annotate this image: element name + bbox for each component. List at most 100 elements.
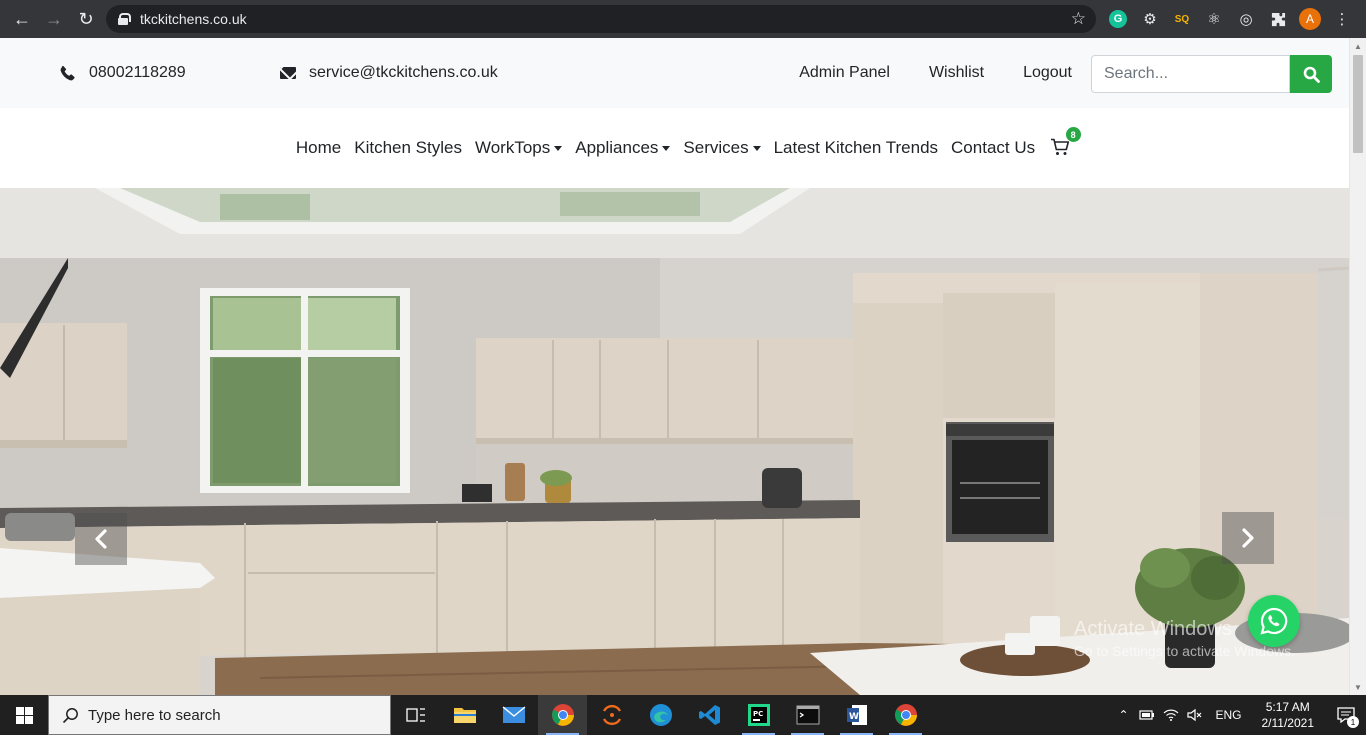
dropdown-caret-icon [662, 145, 671, 151]
target-extension-icon[interactable]: ◎ [1234, 7, 1258, 31]
clock-time: 5:17 AM [1265, 700, 1310, 714]
email-address: service@tkckitchens.co.uk [309, 64, 498, 81]
back-button[interactable]: ← [6, 0, 38, 38]
chevron-left-icon [95, 529, 107, 549]
wifi-icon[interactable] [1159, 695, 1183, 735]
search-button[interactable] [1290, 55, 1332, 93]
account-links: Admin Panel Wishlist Logout [799, 38, 1072, 108]
grammarly-extension-icon[interactable]: G [1106, 7, 1130, 31]
vscode-icon [698, 705, 720, 725]
gear-extension-icon[interactable]: ⚙ [1138, 7, 1162, 31]
windows-logo-icon [15, 706, 33, 724]
forward-button[interactable]: → [38, 0, 70, 38]
nav-latest-kitchen-trends[interactable]: Latest Kitchen Trends [767, 138, 944, 158]
logout-link[interactable]: Logout [1023, 64, 1072, 82]
carousel-next-button[interactable] [1222, 512, 1274, 564]
chrome-icon [894, 704, 917, 726]
hero-carousel: Activate Windows Go to Settings to activ… [0, 188, 1349, 695]
svg-text:PC: PC [753, 710, 763, 718]
dropdown-caret-icon [752, 145, 761, 151]
folder-icon [453, 708, 476, 723]
word-icon: W [846, 705, 867, 725]
address-bar[interactable]: tkckitchens.co.uk ☆ [106, 5, 1096, 33]
email-contact[interactable]: service@tkckitchens.co.uk [280, 38, 498, 108]
admin-panel-link[interactable]: Admin Panel [799, 64, 890, 82]
orange-arc-icon [602, 704, 621, 726]
whatsapp-icon [1260, 607, 1288, 635]
search-icon [1303, 66, 1320, 83]
clock-date: 2/11/2021 [1261, 716, 1315, 730]
search-input[interactable] [1091, 55, 1290, 93]
activate-subtitle: Go to Settings to activate Windows. [1074, 643, 1295, 659]
scroll-thumb[interactable] [1353, 55, 1363, 153]
bookmark-star-icon[interactable]: ☆ [1071, 9, 1086, 29]
url-text: tkckitchens.co.uk [140, 11, 247, 27]
chrome-taskbar-button[interactable] [538, 695, 587, 735]
browser-toolbar: ← → ↻ tkckitchens.co.uk ☆ G ⚙ SQ ⚛ ◎ A ⋮ [0, 0, 1366, 38]
envelope-icon [280, 67, 296, 79]
volume-muted-icon[interactable] [1183, 695, 1207, 735]
vscode-app-button[interactable] [685, 695, 734, 735]
scroll-down-icon[interactable]: ▼ [1350, 679, 1366, 695]
taskbar-search-box[interactable]: Type here to search [48, 695, 391, 735]
shopping-cart-icon [1050, 138, 1069, 155]
carousel-prev-button[interactable] [75, 513, 127, 565]
cart-count-badge: 8 [1065, 127, 1081, 142]
system-tray: ⌃ ENG 5:17 AM 2/11/2021 1 [1111, 695, 1366, 735]
svg-text:W: W [849, 712, 859, 722]
nav-worktops[interactable]: WorkTops [468, 138, 568, 158]
nav-menu: Home Kitchen Styles WorkTops Appliances … [289, 127, 1081, 158]
pycharm-icon: PC [747, 704, 770, 726]
browser-menu-icon[interactable]: ⋮ [1330, 7, 1354, 31]
dropdown-caret-icon [554, 145, 563, 151]
system-clock[interactable]: 5:17 AM 2/11/2021 [1250, 699, 1327, 731]
word-app-button[interactable]: W [832, 695, 881, 735]
chevron-up-icon[interactable]: ⌃ [1111, 695, 1135, 735]
wishlist-link[interactable]: Wishlist [929, 64, 984, 82]
sq-extension-icon[interactable]: SQ [1170, 7, 1194, 31]
top-contact-bar: 08002118289 service@tkckitchens.co.uk Ad… [0, 38, 1349, 108]
reload-button[interactable]: ↻ [70, 0, 102, 38]
cart-button[interactable]: 8 [1050, 127, 1081, 158]
whatsapp-chat-button[interactable] [1248, 595, 1300, 647]
edge-icon [649, 704, 672, 726]
phone-icon [60, 65, 75, 81]
nav-appliances[interactable]: Appliances [569, 138, 677, 158]
nav-kitchen-styles[interactable]: Kitchen Styles [348, 138, 469, 158]
phone-contact[interactable]: 08002118289 [60, 38, 186, 108]
nav-services[interactable]: Services [677, 138, 767, 158]
terminal-app-button[interactable] [783, 695, 832, 735]
taskbar-search-placeholder: Type here to search [88, 706, 221, 724]
pycharm-app-button[interactable]: PC [734, 695, 783, 735]
notification-count-badge: 1 [1347, 716, 1359, 728]
task-view-button[interactable] [391, 695, 440, 735]
profile-avatar[interactable]: A [1298, 7, 1322, 31]
main-navigation: Home Kitchen Styles WorkTops Appliances … [0, 108, 1349, 188]
chrome-second-window-button[interactable] [881, 695, 930, 735]
chrome-icon [551, 704, 574, 726]
search-icon [62, 707, 78, 723]
phone-number: 08002118289 [89, 64, 186, 81]
taskbar-apps: PC W [391, 695, 930, 735]
extensions-bar: G ⚙ SQ ⚛ ◎ A ⋮ [1106, 0, 1354, 38]
windows-taskbar: Type here to search PC W ⌃ ENG 5:17 AM 2… [0, 695, 1366, 735]
puzzle-extensions-icon[interactable] [1266, 7, 1290, 31]
search-form [1091, 55, 1332, 93]
battery-icon[interactable] [1135, 695, 1159, 735]
language-indicator[interactable]: ENG [1207, 708, 1249, 722]
task-view-icon [405, 708, 425, 722]
mail-app-button[interactable] [489, 695, 538, 735]
edge-app-button[interactable] [636, 695, 685, 735]
nav-contact-us[interactable]: Contact Us [945, 138, 1042, 158]
page-scrollbar[interactable]: ▲ ▼ [1349, 38, 1366, 695]
chevron-right-icon [1242, 528, 1254, 548]
file-explorer-button[interactable] [440, 695, 489, 735]
start-button[interactable] [0, 695, 48, 735]
nav-home[interactable]: Home [289, 138, 347, 158]
terminal-icon [796, 705, 819, 725]
react-extension-icon[interactable]: ⚛ [1202, 7, 1226, 31]
lock-icon [118, 13, 131, 25]
scroll-up-icon[interactable]: ▲ [1350, 38, 1366, 54]
sublime-app-button[interactable] [587, 695, 636, 735]
action-center-button[interactable]: 1 [1326, 695, 1366, 735]
